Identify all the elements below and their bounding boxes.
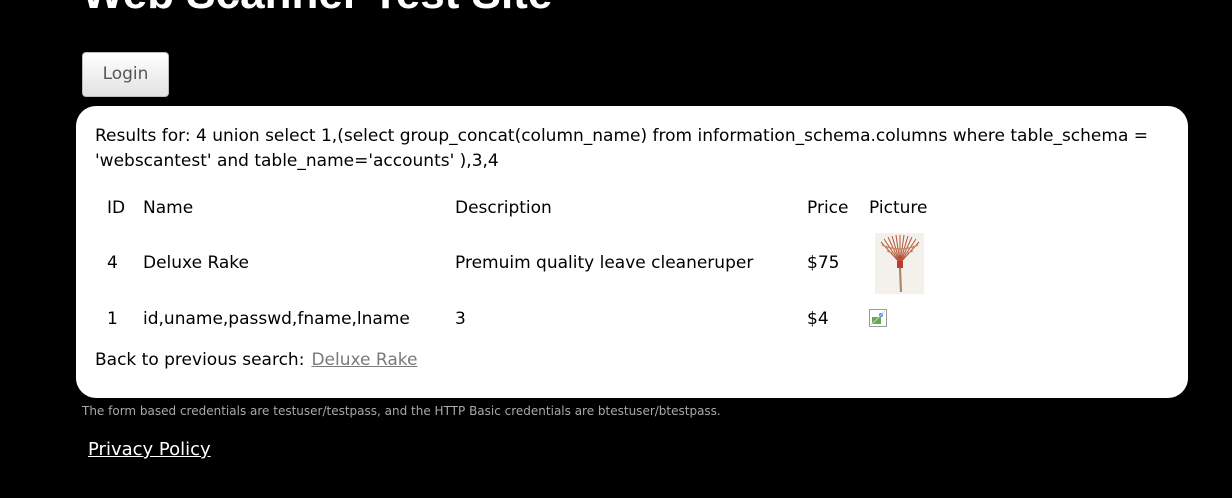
- rake-icon: [875, 233, 924, 294]
- column-header-name: Name: [143, 198, 194, 218]
- results-panel: Results for: 4 union select 1,(select gr…: [76, 106, 1188, 398]
- broken-image-icon: [869, 309, 887, 327]
- row-1-id: 4: [107, 253, 118, 273]
- column-header-description: Description: [455, 198, 552, 218]
- column-header-picture: Picture: [869, 198, 928, 218]
- row-2-id: 1: [107, 309, 118, 329]
- previous-search-link[interactable]: Deluxe Rake: [311, 350, 417, 370]
- site-title: Web Scanner Test Site: [82, 0, 552, 16]
- broken-image-glyph: [870, 310, 886, 326]
- row-2-description: 3: [455, 309, 466, 329]
- back-label: Back to previous search:: [95, 350, 305, 370]
- back-to-search: Back to previous search: Deluxe Rake: [95, 349, 417, 371]
- page: Web Scanner Test Site Login Results for:…: [0, 0, 1232, 498]
- rake-image: [875, 233, 924, 294]
- row-1-name: Deluxe Rake: [143, 253, 250, 273]
- row-2-name: id,uname,passwd,fname,lname: [143, 309, 410, 329]
- results-query-label: Results for: 4 union select 1,(select gr…: [95, 126, 1149, 171]
- privacy-policy-link[interactable]: Privacy Policy: [88, 439, 211, 460]
- row-1-price: $75: [807, 253, 840, 273]
- login-button[interactable]: Login: [82, 52, 169, 97]
- column-header-price: Price: [807, 198, 849, 218]
- row-2-price: $4: [807, 309, 829, 329]
- column-header-id: ID: [107, 198, 126, 218]
- credentials-note: The form based credentials are testuser/…: [82, 404, 721, 418]
- row-1-description: Premuim quality leave cleaneruper: [455, 253, 754, 273]
